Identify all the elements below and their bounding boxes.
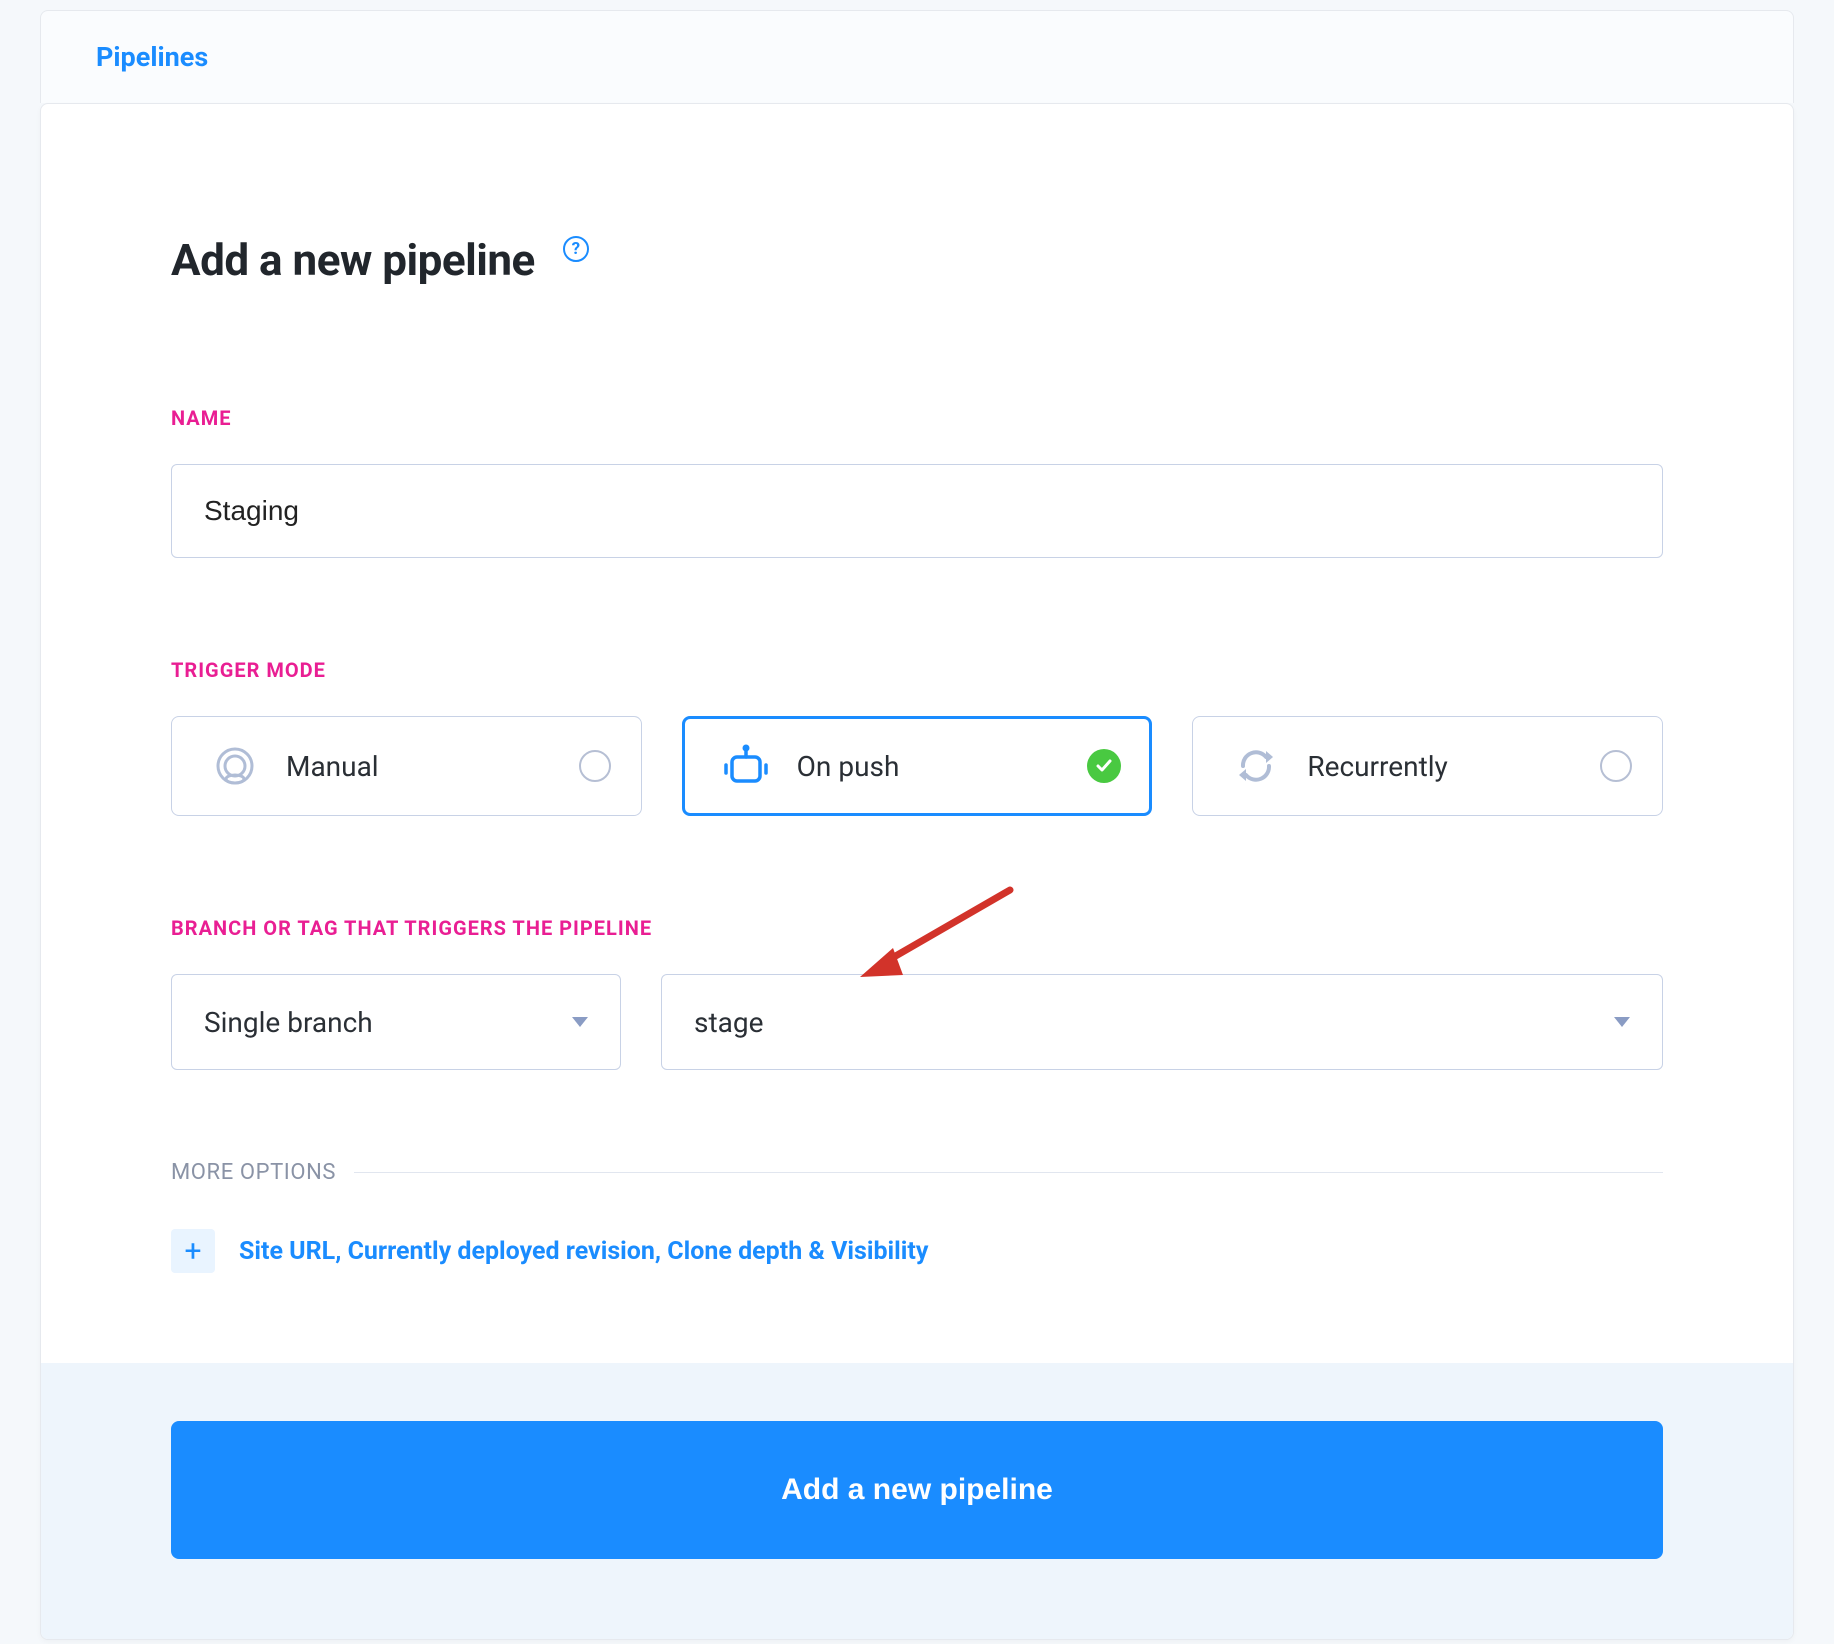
branch-label: BRANCH OR TAG THAT TRIGGERS THE PIPELINE — [171, 916, 1663, 940]
trigger-option-recurrently[interactable]: Recurrently — [1192, 716, 1663, 816]
robot-icon — [721, 741, 771, 791]
select-value: stage — [694, 1006, 1614, 1039]
trigger-mode-group: Manual On p — [171, 716, 1663, 816]
cycle-icon — [1231, 741, 1281, 791]
check-selected-icon — [1087, 749, 1121, 783]
help-icon[interactable]: ? — [563, 236, 589, 262]
radio-unselected-icon — [579, 750, 611, 782]
divider — [354, 1172, 1663, 1173]
pipeline-form-card: Add a new pipeline ? NAME TRIGGER MODE — [40, 103, 1794, 1640]
chevron-down-icon — [1614, 1017, 1630, 1027]
trigger-mode-label: TRIGGER MODE — [171, 658, 1663, 682]
trigger-label: Manual — [286, 750, 579, 783]
name-label: NAME — [171, 406, 1663, 430]
more-options-link[interactable]: Site URL, Currently deployed revision, C… — [239, 1237, 928, 1266]
expand-more-options-button[interactable]: + — [171, 1229, 215, 1273]
branch-scope-select[interactable]: Single branch — [171, 974, 621, 1070]
branch-name-select[interactable]: stage — [661, 974, 1663, 1070]
radio-unselected-icon — [1600, 750, 1632, 782]
add-pipeline-button[interactable]: Add a new pipeline — [171, 1421, 1663, 1559]
trigger-label: On push — [797, 750, 1088, 783]
trigger-option-manual[interactable]: Manual — [171, 716, 642, 816]
tabs-bar: Pipelines — [40, 10, 1794, 103]
hand-icon — [210, 741, 260, 791]
trigger-label: Recurrently — [1307, 750, 1600, 783]
plus-icon: + — [184, 1234, 201, 1269]
trigger-option-on-push[interactable]: On push — [682, 716, 1153, 816]
pipeline-name-input[interactable] — [171, 464, 1663, 558]
tab-pipelines[interactable]: Pipelines — [96, 41, 208, 73]
chevron-down-icon — [572, 1017, 588, 1027]
more-options-label: MORE OPTIONS — [171, 1160, 336, 1185]
select-value: Single branch — [204, 1006, 572, 1039]
page-title: Add a new pipeline — [171, 234, 535, 286]
